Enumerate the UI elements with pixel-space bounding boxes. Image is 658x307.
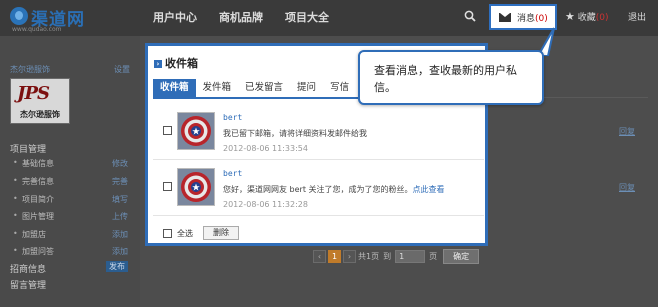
reply-link[interactable]: 回复	[619, 182, 635, 193]
message-checkbox[interactable]	[163, 182, 172, 191]
page-label: 页	[429, 252, 438, 261]
company-logo-mark: JPS	[17, 83, 50, 104]
view-link[interactable]: 点此查看	[413, 185, 445, 194]
message-row[interactable]: bert 您好，渠道网网友 bert 关注了您，成为了您的粉丝。点此查看 201…	[153, 164, 484, 216]
message-time: 2012-08-06 11:33:54	[223, 144, 308, 153]
favorites-count: (0)	[595, 13, 609, 23]
sidebar-action-complete[interactable]: 完善	[112, 176, 128, 187]
sidebar-item-images: 图片管理上传	[13, 211, 128, 222]
messages-label: 消息(0)	[517, 14, 548, 24]
avatar[interactable]	[177, 168, 215, 206]
message-sender[interactable]: bert	[223, 113, 242, 122]
sidebar-item-intro: 项目简介填写	[13, 194, 128, 205]
total-pages: 共1页	[358, 252, 380, 261]
reply-link[interactable]: 回复	[619, 126, 635, 137]
sidebar: 杰尔逊服饰 设置 JPS 杰尔逊服饰 项目管理 基础信息修改 完善信息完善 项目…	[0, 36, 140, 307]
company-header: 杰尔逊服饰 设置	[10, 64, 130, 75]
tab-sent-messages[interactable]: 已发留言	[238, 79, 290, 97]
confirm-button[interactable]: 确定	[443, 249, 480, 264]
section-recruit[interactable]: 招商信息	[10, 262, 46, 275]
delete-button[interactable]: 删除	[203, 226, 239, 240]
tab-questions[interactable]: 提问	[290, 79, 323, 97]
logo-url: www.qudao.com	[12, 26, 62, 33]
sidebar-item-complete-info: 完善信息完善	[13, 176, 128, 187]
message-row[interactable]: bert 我已留下邮箱，请将详细资料发邮件给我 2012-08-06 11:33…	[153, 108, 484, 160]
company-logo: JPS 杰尔逊服饰	[10, 78, 70, 124]
message-text: 我已留下邮箱，请将详细资料发邮件给我	[223, 129, 367, 138]
prev-page-button[interactable]: ‹	[313, 250, 326, 263]
sidebar-action-add-faq[interactable]: 添加	[112, 246, 128, 257]
tab-outbox[interactable]: 发件箱	[196, 79, 239, 97]
section-messages-mgmt[interactable]: 留言管理	[10, 278, 46, 291]
avatar[interactable]	[177, 112, 215, 150]
company-logo-caption: 杰尔逊服饰	[20, 110, 60, 119]
message-sender[interactable]: bert	[223, 169, 242, 178]
publish-button[interactable]: 发布	[106, 261, 128, 272]
site-logo[interactable]: 渠道网 www.qudao.com	[10, 5, 98, 33]
top-nav: 用户中心 商机品牌 项目大全	[142, 0, 340, 36]
favorites-button[interactable]: ★ 收藏(0)	[565, 10, 609, 23]
star-icon: ★	[565, 10, 575, 23]
sidebar-item-basic-info: 基础信息修改	[13, 158, 128, 169]
next-page-button[interactable]: ›	[343, 250, 356, 263]
tooltip-callout: 查看消息，查收最新的用户私信。	[358, 50, 544, 105]
envelope-icon	[499, 13, 511, 22]
inbox-footer: 全选 删除	[153, 226, 484, 242]
message-checkbox[interactable]	[163, 126, 172, 135]
logo-mark-icon	[10, 7, 28, 25]
tooltip-text: 查看消息，查收最新的用户私信。	[374, 64, 517, 94]
inbox-title: › 收件箱	[154, 55, 198, 71]
arrow-icon: ›	[154, 60, 162, 68]
settings-link[interactable]: 设置	[114, 64, 130, 75]
logout-link[interactable]: 退出	[628, 10, 646, 23]
sidebar-action-fill[interactable]: 填写	[112, 194, 128, 205]
messages-count: (0)	[535, 14, 548, 24]
favorites-label: 收藏	[577, 13, 596, 23]
company-name[interactable]: 杰尔逊服饰	[10, 65, 50, 74]
select-all-label[interactable]: 全选	[177, 228, 193, 239]
sidebar-item-faq: 加盟问答添加	[13, 246, 128, 257]
section-project-mgmt[interactable]: 项目管理	[10, 142, 46, 155]
goto-page-input[interactable]: 1	[395, 250, 426, 263]
goto-label: 到	[383, 252, 392, 261]
select-all-checkbox[interactable]	[163, 229, 172, 238]
search-icon[interactable]	[464, 10, 476, 22]
sidebar-item-stores: 加盟店添加	[13, 229, 128, 240]
tab-inbox[interactable]: 收件箱	[153, 79, 196, 97]
nav-projects[interactable]: 项目大全	[274, 0, 340, 36]
message-text: 您好，渠道网网友 bert 关注了您，成为了您的粉丝。点此查看	[223, 185, 445, 194]
nav-brands[interactable]: 商机品牌	[208, 0, 274, 36]
sidebar-action-add-store[interactable]: 添加	[112, 229, 128, 240]
nav-user-center[interactable]: 用户中心	[142, 0, 208, 36]
message-time: 2012-08-06 11:32:28	[223, 200, 308, 209]
sidebar-action-upload[interactable]: 上传	[112, 211, 128, 222]
page-number[interactable]: 1	[328, 250, 341, 263]
sidebar-action-edit[interactable]: 修改	[112, 158, 128, 169]
tab-write[interactable]: 写信	[323, 79, 356, 97]
pagination: ‹ 1 › 共1页 到 1 页 确定	[313, 249, 480, 264]
